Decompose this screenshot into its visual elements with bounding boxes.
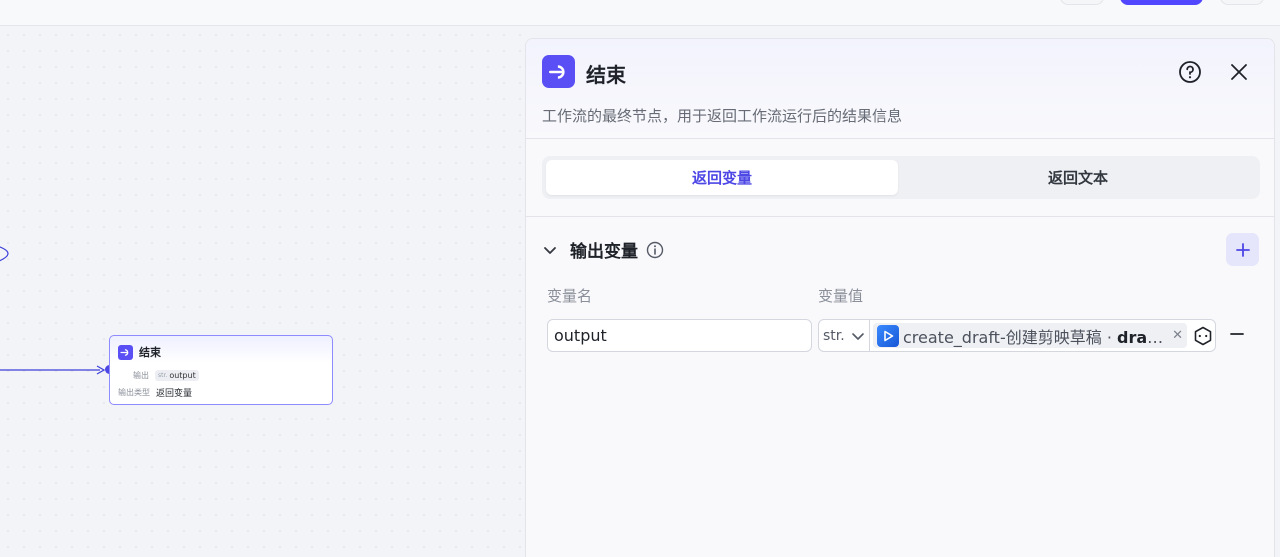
chevron-down-icon[interactable] xyxy=(542,242,558,258)
add-variable-button[interactable] xyxy=(1226,233,1259,266)
node-output-type-label: 输出类型 xyxy=(118,388,150,397)
edge-layer xyxy=(0,246,106,375)
end-node-title: 结束 xyxy=(139,346,161,359)
tab-return-variable[interactable]: 返回变量 xyxy=(546,160,898,195)
remove-variable-button[interactable] xyxy=(1229,326,1245,342)
column-label-name: 变量名 xyxy=(547,287,593,305)
remove-reference-icon[interactable]: ✕ xyxy=(1172,328,1183,343)
variable-type-value: str. xyxy=(823,327,845,344)
column-label-value: 变量值 xyxy=(818,287,864,305)
help-icon[interactable] xyxy=(1178,60,1202,84)
chevron-down-icon xyxy=(851,332,864,340)
plus-icon xyxy=(1235,242,1250,257)
panel-header: 结束 工作流的最终节点，用于返回工作流运行后的结果信息 xyxy=(526,39,1274,139)
workflow-canvas[interactable]: 结束 输出 str. output 输出类型 返回变量 xyxy=(0,27,525,557)
top-toolbar xyxy=(0,0,1280,26)
info-icon[interactable] xyxy=(646,241,664,259)
variable-picker-icon[interactable] xyxy=(1193,326,1213,346)
node-output-label: 输出 xyxy=(133,371,149,380)
toolbar-primary-button[interactable] xyxy=(1120,0,1203,5)
toolbar-more-button[interactable] xyxy=(1220,0,1264,5)
tab-return-text[interactable]: 返回文本 xyxy=(902,160,1254,195)
reference-field: draf··· xyxy=(1117,327,1169,347)
variable-value-field: str. create_draft-创建剪映草稿 · draf··· ✕ xyxy=(818,319,1216,352)
section-title: 输出变量 xyxy=(570,242,638,262)
output-variables-header: 输出变量 xyxy=(542,237,664,262)
end-node-icon xyxy=(118,344,133,360)
output-mode-tabs: 返回变量 返回文本 xyxy=(542,156,1260,199)
variable-type-select[interactable]: str. xyxy=(819,320,870,351)
reference-source: create_draft-创建剪映草稿 · xyxy=(903,327,1117,347)
node-output-tag: str. output xyxy=(155,370,199,381)
variable-reference-tag[interactable]: create_draft-创建剪映草稿 · draf··· ✕ xyxy=(873,323,1187,348)
section-divider xyxy=(526,216,1274,217)
node-config-panel: 结束 工作流的最终节点，用于返回工作流运行后的结果信息 返回变量 返回文本 输出… xyxy=(525,38,1275,557)
reference-text: create_draft-创建剪映草稿 · draf··· xyxy=(903,324,1168,348)
incoming-edge-curve xyxy=(0,246,9,262)
end-node-card[interactable]: 结束 输出 str. output 输出类型 返回变量 xyxy=(109,335,333,405)
node-output-value: output xyxy=(169,371,196,380)
close-icon[interactable] xyxy=(1229,62,1249,82)
toolbar-button[interactable] xyxy=(1060,0,1104,5)
node-output-type-value: 返回变量 xyxy=(156,389,193,399)
panel-title: 结束 xyxy=(586,63,626,87)
end-node-icon xyxy=(542,55,575,88)
panel-description: 工作流的最终节点，用于返回工作流运行后的结果信息 xyxy=(542,107,903,125)
node-output-type: str. xyxy=(158,372,168,379)
variable-name-input[interactable] xyxy=(547,319,812,352)
jianying-plugin-icon xyxy=(877,324,899,347)
